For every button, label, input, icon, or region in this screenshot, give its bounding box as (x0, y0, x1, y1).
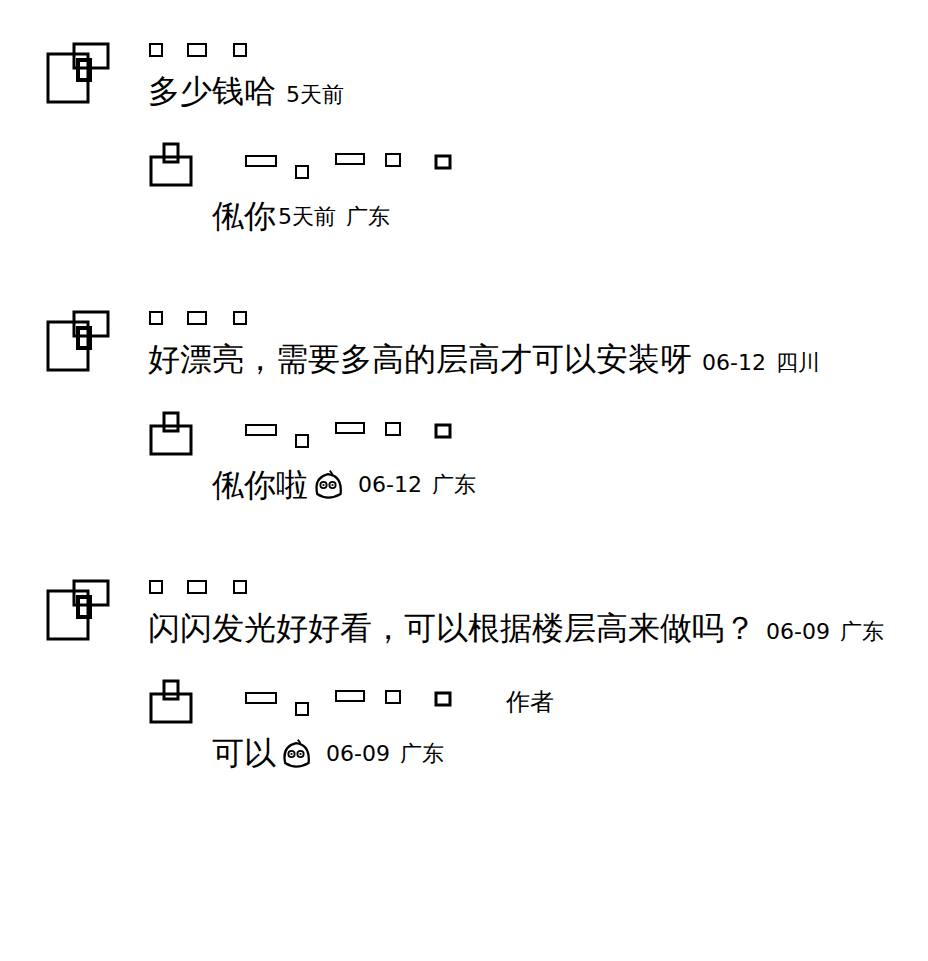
reply-text: 俬你 (212, 195, 276, 238)
comment-text: 好漂亮，需要多高的层高才可以安装呀 (148, 340, 692, 378)
emoji-icon (278, 736, 314, 772)
reply-location: 广东 (400, 741, 444, 766)
avatar-icon[interactable] (44, 40, 114, 110)
reply-text: 可以 (212, 732, 276, 775)
avatar-icon[interactable] (44, 577, 114, 647)
avatar-icon[interactable] (44, 308, 114, 378)
reply-meta: 5天前广东 (278, 202, 390, 232)
reply-avatar-icon[interactable] (148, 141, 196, 189)
reply-text: 俬你啦 (212, 464, 308, 507)
comment-content: 闪闪发光好好看，可以根据楼层高来做吗？ 06-09 广东 (148, 607, 908, 650)
reply-time: 06-12 (358, 472, 422, 497)
comment: 闪闪发光好好看，可以根据楼层高来做吗？06-09广东作者可以06-09广东 (44, 577, 908, 775)
comment-time: 5天前 (286, 82, 344, 107)
reply: 俬你5天前广东 (148, 141, 908, 238)
redacted-username[interactable] (226, 150, 476, 180)
emoji-icon (310, 467, 346, 503)
redacted-username[interactable] (226, 687, 476, 717)
comment-meta: 06-12 四川 (702, 350, 820, 375)
comment-thread: 多少钱哈5天前俬你5天前广东好漂亮，需要多高的层高才可以安装呀06-12四川俬你… (0, 0, 928, 961)
comment-meta: 06-09 广东 (766, 619, 884, 644)
comment: 多少钱哈5天前俬你5天前广东 (44, 40, 908, 238)
reply-content: 俬你5天前广东 (212, 195, 908, 238)
reply-meta: 06-09 广东 (326, 739, 444, 769)
comment-time: 06-12 (702, 350, 766, 375)
author-badge: 作者 (506, 686, 554, 718)
reply: 俬你啦 06-12 广东 (148, 410, 908, 507)
reply-content: 可以 06-09 广东 (212, 732, 908, 775)
reply-avatar-icon[interactable] (148, 678, 196, 726)
comment-time: 06-09 (766, 619, 830, 644)
reply-content: 俬你啦 06-12 广东 (212, 464, 908, 507)
redacted-username[interactable] (148, 40, 268, 60)
reply-time: 06-09 (326, 741, 390, 766)
comment-meta: 5天前 (286, 82, 344, 107)
redacted-username[interactable] (148, 308, 268, 328)
reply-meta: 06-12 广东 (358, 470, 476, 500)
reply-location: 广东 (346, 204, 390, 229)
comment-location: 广东 (840, 619, 884, 644)
comment-text: 多少钱哈 (148, 72, 276, 110)
comment: 好漂亮，需要多高的层高才可以安装呀 06-12 四川俬你啦 06-12 广东 (44, 308, 908, 506)
reply-avatar-icon[interactable] (148, 410, 196, 458)
comment-text: 闪闪发光好好看，可以根据楼层高来做吗？ (148, 609, 756, 647)
redacted-username[interactable] (226, 419, 476, 449)
reply-location: 广东 (432, 472, 476, 497)
redacted-username[interactable] (148, 577, 268, 597)
comment-content: 好漂亮，需要多高的层高才可以安装呀 06-12 四川 (148, 338, 908, 381)
reply-time: 5天前 (278, 204, 336, 229)
comment-content: 多少钱哈 5天前 (148, 70, 908, 113)
reply: 作者可以 06-09 广东 (148, 678, 908, 775)
comment-location: 四川 (776, 350, 820, 375)
